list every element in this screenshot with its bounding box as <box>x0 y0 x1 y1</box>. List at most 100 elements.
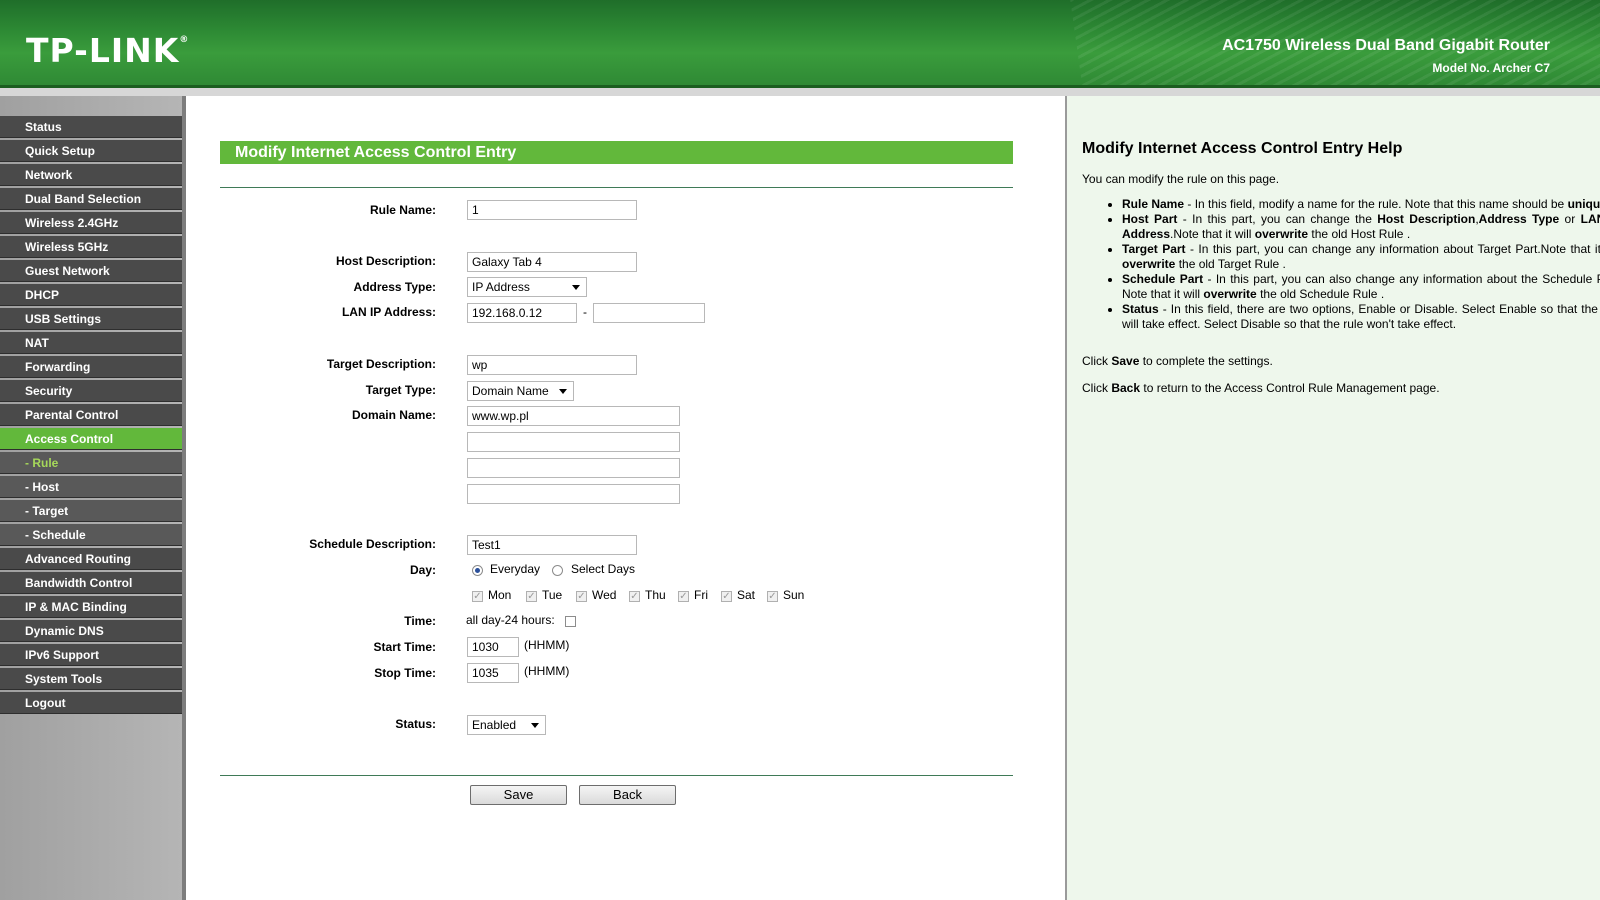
help-click-save: Click Save to complete the settings. <box>1082 354 1273 368</box>
address-type-label: Address Type: <box>353 280 436 294</box>
day-checkbox-thu[interactable]: ✓ <box>629 591 640 602</box>
back-button[interactable]: Back <box>579 785 676 805</box>
target-type-label: Target Type: <box>365 383 436 397</box>
day-label-tue: Tue <box>542 588 563 602</box>
lan-ip-label: LAN IP Address: <box>341 305 436 319</box>
time-label: Time: <box>404 614 436 628</box>
sidebar-item-host[interactable]: - Host <box>0 476 182 498</box>
start-time-input[interactable] <box>467 637 519 657</box>
sidebar-item-security[interactable]: Security <box>0 380 182 402</box>
all-day-checkbox[interactable] <box>565 616 576 627</box>
address-type-select[interactable]: IP Address <box>467 277 587 297</box>
day-label-sat: Sat <box>737 588 756 602</box>
sidebar-item-usb-settings[interactable]: USB Settings <box>0 308 182 330</box>
help-click-back: Click Back to return to the Access Contr… <box>1082 381 1440 395</box>
everyday-label: Everyday <box>490 562 541 576</box>
target-type-select[interactable]: Domain Name <box>467 381 574 401</box>
day-checkbox-tue[interactable]: ✓ <box>526 591 537 602</box>
day-label-mon: Mon <box>488 588 512 602</box>
address-type-value: IP Address <box>472 280 530 294</box>
sidebar-item-wireless-2-4ghz[interactable]: Wireless 2.4GHz <box>0 212 182 234</box>
select-days-radio[interactable] <box>552 565 563 576</box>
sidebar-item-nat[interactable]: NAT <box>0 332 182 354</box>
sidebar-item-schedule[interactable]: - Schedule <box>0 524 182 546</box>
rule-name-input[interactable] <box>467 200 637 220</box>
sidebar-item-rule[interactable]: - Rule <box>0 452 182 474</box>
stop-time-format: (HHMM) <box>524 664 570 678</box>
status-value: Enabled <box>472 718 517 732</box>
schedule-description-label: Schedule Description: <box>309 537 436 551</box>
sidebar-item-advanced-routing[interactable]: Advanced Routing <box>0 548 182 570</box>
sidebar-item-bandwidth-control[interactable]: Bandwidth Control <box>0 572 182 594</box>
sidebar: Status Quick Setup Network Dual Band Select… <box>0 96 186 900</box>
target-description-input[interactable] <box>467 355 637 375</box>
domain-name-input-1[interactable] <box>467 406 680 426</box>
day-label-thu: Thu <box>645 588 666 602</box>
lan-ip-end-input[interactable] <box>593 303 705 323</box>
main-content: Modify Internet Access Control Entry Rul… <box>186 96 1067 900</box>
day-checkbox-wed[interactable]: ✓ <box>576 591 587 602</box>
help-item-rule-name: Rule Name - In this field, modify a name… <box>1122 197 1600 212</box>
top-divider <box>220 187 1013 188</box>
stop-time-label: Stop Time: <box>374 666 436 680</box>
help-item-status: Status - In this field, there are two op… <box>1122 302 1600 332</box>
host-description-label: Host Description: <box>335 254 436 268</box>
everyday-radio[interactable] <box>472 565 483 576</box>
sidebar-item-logout[interactable]: Logout <box>0 692 182 714</box>
target-description-label: Target Description: <box>326 357 436 371</box>
day-checkbox-fri[interactable]: ✓ <box>678 591 689 602</box>
ip-range-separator: - <box>583 305 587 319</box>
domain-name-input-3[interactable] <box>467 458 680 478</box>
chevron-down-icon <box>572 285 580 290</box>
sidebar-item-status[interactable]: Status <box>0 116 182 138</box>
day-checkbox-sat[interactable]: ✓ <box>721 591 732 602</box>
sidebar-item-dynamic-dns[interactable]: Dynamic DNS <box>0 620 182 642</box>
schedule-description-input[interactable] <box>467 535 637 555</box>
tp-link-logo: TP-LINK® <box>26 31 190 70</box>
sidebar-item-system-tools[interactable]: System Tools <box>0 668 182 690</box>
domain-name-input-2[interactable] <box>467 432 680 452</box>
sidebar-item-guest-network[interactable]: Guest Network <box>0 260 182 282</box>
sidebar-item-forwarding[interactable]: Forwarding <box>0 356 182 378</box>
header-banner: TP-LINK® AC1750 Wireless Dual Band Gigab… <box>0 0 1600 88</box>
sidebar-item-ip-mac-binding[interactable]: IP & MAC Binding <box>0 596 182 618</box>
help-item-schedule-part: Schedule Part - In this part, you can al… <box>1122 272 1600 302</box>
status-label: Status: <box>395 717 436 731</box>
help-panel: Modify Internet Access Control Entry Hel… <box>1067 96 1600 900</box>
sidebar-item-parental-control[interactable]: Parental Control <box>0 404 182 426</box>
chevron-down-icon <box>559 389 567 394</box>
rule-name-label: Rule Name: <box>369 203 436 217</box>
day-checkbox-mon[interactable]: ✓ <box>472 591 483 602</box>
sidebar-item-target[interactable]: - Target <box>0 500 182 522</box>
stop-time-input[interactable] <box>467 663 519 683</box>
select-days-label: Select Days <box>571 562 636 576</box>
day-checkbox-sun[interactable]: ✓ <box>767 591 778 602</box>
sidebar-item-quick-setup[interactable]: Quick Setup <box>0 140 182 162</box>
save-button[interactable]: Save <box>470 785 567 805</box>
product-title: AC1750 Wireless Dual Band Gigabit Router <box>1222 37 1550 54</box>
start-time-format: (HHMM) <box>524 638 570 652</box>
start-time-label: Start Time: <box>373 640 436 654</box>
sidebar-item-dual-band-selection[interactable]: Dual Band Selection <box>0 188 182 210</box>
sidebar-item-access-control[interactable]: Access Control <box>0 428 182 450</box>
day-label: Day: <box>409 563 436 577</box>
day-label-sun: Sun <box>783 588 805 602</box>
header-subbar <box>0 88 1600 96</box>
chevron-down-icon <box>531 723 539 728</box>
status-select[interactable]: Enabled <box>467 715 546 735</box>
lan-ip-start-input[interactable] <box>467 303 577 323</box>
section-title: Modify Internet Access Control Entry <box>220 141 1013 164</box>
sidebar-item-dhcp[interactable]: DHCP <box>0 284 182 306</box>
host-description-input[interactable] <box>467 252 637 272</box>
sidebar-item-ipv6-support[interactable]: IPv6 Support <box>0 644 182 666</box>
help-intro: You can modify the rule on this page. <box>1082 172 1280 186</box>
sidebar-item-network[interactable]: Network <box>0 164 182 186</box>
help-item-target-part: Target Part - In this part, you can chan… <box>1122 242 1600 272</box>
help-list: Rule Name - In this field, modify a name… <box>1082 197 1600 332</box>
sidebar-item-wireless-5ghz[interactable]: Wireless 5GHz <box>0 236 182 258</box>
target-type-value: Domain Name <box>472 384 549 398</box>
domain-name-label: Domain Name: <box>351 408 436 422</box>
help-title: Modify Internet Access Control Entry Hel… <box>1082 140 1403 157</box>
all-day-label: all day-24 hours: <box>466 613 555 627</box>
domain-name-input-4[interactable] <box>467 484 680 504</box>
